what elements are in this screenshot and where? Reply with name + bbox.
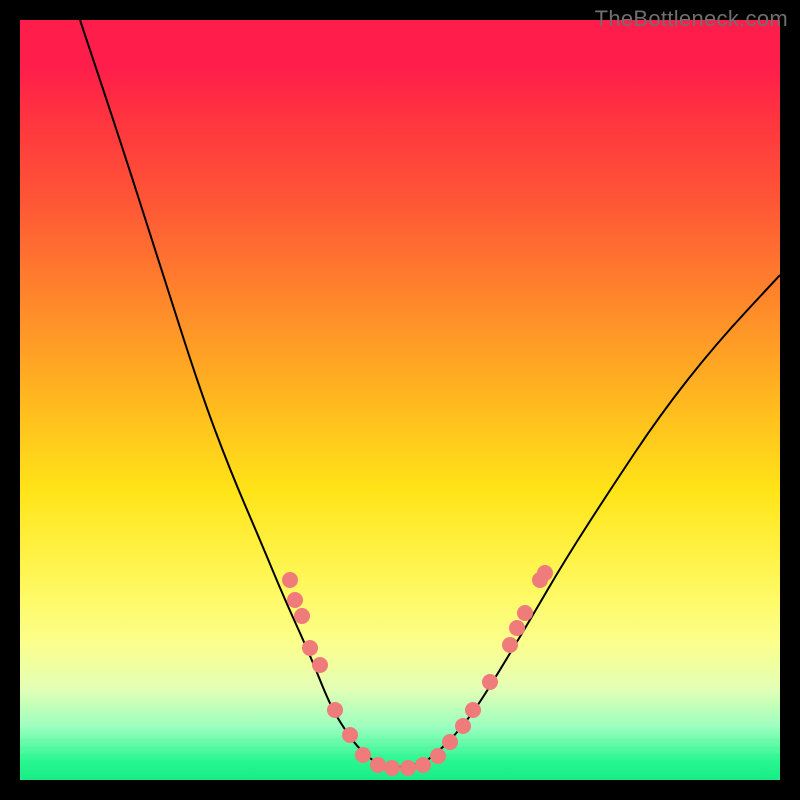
marker-dot — [415, 757, 431, 773]
marker-dot — [384, 760, 400, 776]
chart-stage: TheBottleneck.com — [0, 0, 800, 800]
marker-dot — [442, 734, 458, 750]
left-curve — [80, 20, 375, 762]
right-curve — [425, 275, 780, 762]
marker-dot — [482, 674, 498, 690]
marker-dot — [287, 592, 303, 608]
marker-dot — [370, 757, 386, 773]
marker-dot — [355, 747, 371, 763]
marker-dot — [327, 702, 343, 718]
marker-dot — [282, 572, 298, 588]
marker-dot — [465, 702, 481, 718]
marker-dot — [509, 620, 525, 636]
marker-dot — [302, 640, 318, 656]
marker-dot — [537, 565, 553, 581]
marker-dot — [342, 727, 358, 743]
marker-dot — [517, 605, 533, 621]
marker-dot — [294, 608, 310, 624]
marker-dot — [430, 748, 446, 764]
marker-dot — [312, 657, 328, 673]
plot-area — [20, 20, 780, 780]
marker-dots — [282, 565, 553, 776]
marker-dot — [502, 637, 518, 653]
faint-green-lines — [20, 740, 780, 755]
marker-dot — [400, 760, 416, 776]
curve-layer — [20, 20, 780, 780]
watermark-text: TheBottleneck.com — [595, 6, 788, 32]
marker-dot — [455, 718, 471, 734]
